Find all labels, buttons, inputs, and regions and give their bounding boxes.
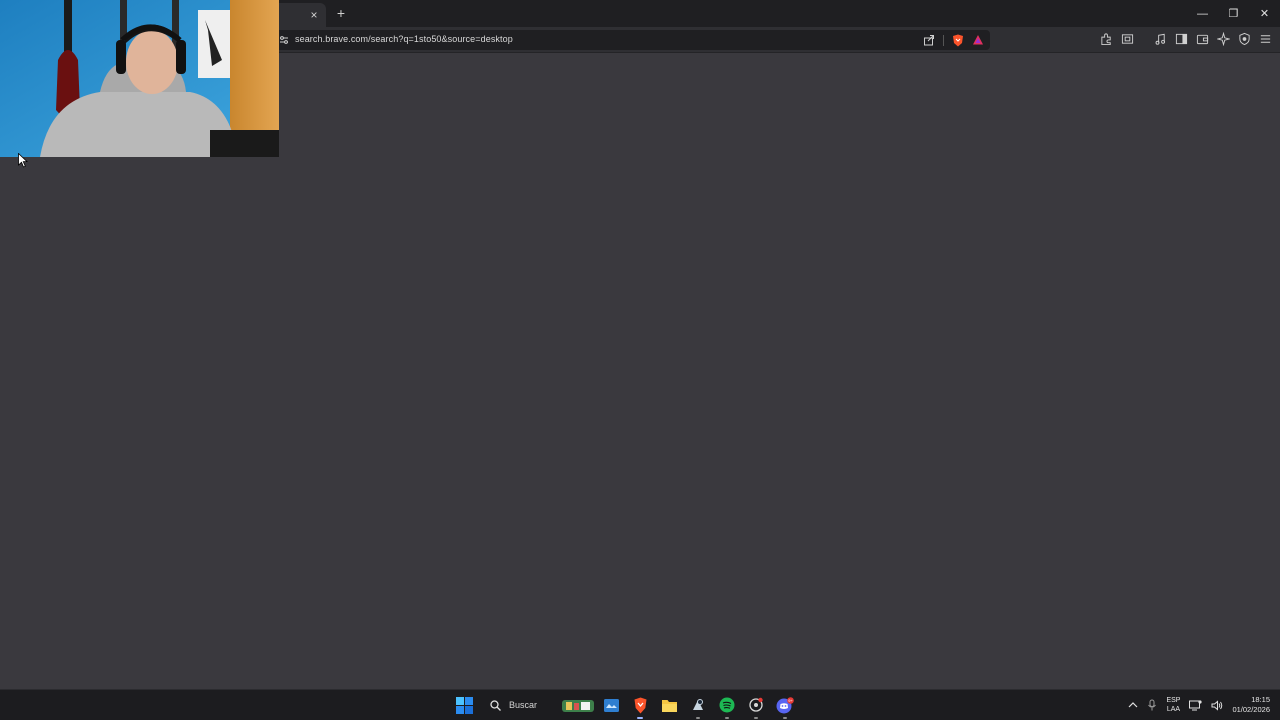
wallet-icon[interactable] (1196, 32, 1209, 46)
screenshot-icon[interactable] (1121, 32, 1134, 46)
divider (943, 34, 944, 46)
windows-start-button[interactable] (453, 694, 475, 716)
chevron-up-icon[interactable] (1128, 701, 1138, 709)
taskbar-hub[interactable] (745, 694, 767, 719)
taskbar-discord[interactable]: 9+ (774, 694, 796, 719)
window-controls: — ❐ ✕ (1187, 0, 1280, 27)
taskbar-app-store[interactable] (600, 694, 622, 716)
clock-time: 18:15 (1251, 695, 1270, 704)
webcam-feed-image (0, 0, 279, 157)
steam-icon (693, 699, 703, 710)
taskbar-search[interactable]: Buscar (490, 694, 594, 716)
active-indicator (725, 717, 729, 719)
network-icon[interactable] (1189, 699, 1203, 711)
file-explorer-icon (661, 699, 677, 712)
active-indicator (754, 717, 758, 719)
close-window-button[interactable]: ✕ (1249, 0, 1280, 27)
address-bar[interactable]: search.brave.com/search?q=1sto50&source=… (270, 30, 990, 50)
discord-badge: 9+ (788, 698, 793, 703)
brave-shields-icon[interactable] (952, 34, 964, 47)
clock-date: 01/02/2026 (1232, 705, 1270, 714)
media-icon[interactable] (1154, 32, 1167, 46)
spotify-icon (719, 697, 735, 713)
sidebar-icon[interactable] (1175, 32, 1188, 46)
minimize-button[interactable]: — (1187, 0, 1218, 27)
hub-icon (749, 697, 763, 712)
keyboard-layout: LAA (1166, 706, 1181, 713)
search-label: Buscar (509, 700, 538, 710)
windows-start-icon (455, 696, 473, 714)
extensions-icon[interactable] (1100, 32, 1113, 46)
language-indicator[interactable]: ESP LAA (1166, 696, 1180, 714)
brave-browser-icon (634, 697, 646, 713)
windows-taskbar: Buscar 9+ ESP LAA 18:15 01/02/2026 (0, 689, 1280, 720)
menu-icon[interactable] (1259, 32, 1272, 46)
vpn-icon[interactable] (1238, 32, 1251, 46)
system-tray: ESP LAA 18:15 01/02/2026 (1128, 693, 1270, 717)
taskbar-file-explorer[interactable] (658, 694, 680, 716)
active-indicator (637, 717, 643, 719)
webcam-overlay (0, 0, 279, 157)
search-highlight-icon (562, 700, 594, 712)
taskbar-steam[interactable] (687, 694, 709, 719)
clock[interactable]: 18:15 01/02/2026 (1232, 695, 1270, 715)
search-icon (490, 699, 501, 711)
volume-icon[interactable] (1211, 699, 1223, 711)
url-text[interactable]: search.brave.com/search?q=1sto50&source=… (295, 34, 513, 44)
site-settings-icon[interactable] (278, 34, 290, 46)
leo-ai-icon[interactable] (1217, 32, 1230, 46)
language-code: ESP (1166, 697, 1181, 704)
taskbar-brave[interactable] (629, 694, 651, 719)
mouse-cursor-icon (18, 153, 28, 168)
brave-rewards-icon[interactable] (972, 34, 984, 46)
tab-close-button[interactable]: × (306, 7, 322, 23)
new-tab-button[interactable]: + (333, 5, 349, 21)
app-store-icon (603, 698, 619, 712)
active-indicator (696, 717, 700, 719)
share-icon[interactable] (923, 34, 935, 46)
maximize-button[interactable]: ❐ (1218, 0, 1249, 27)
microphone-icon[interactable] (1147, 699, 1157, 711)
active-indicator (783, 717, 787, 719)
discord-icon: 9+ (776, 696, 794, 713)
taskbar-spotify[interactable] (716, 694, 738, 719)
